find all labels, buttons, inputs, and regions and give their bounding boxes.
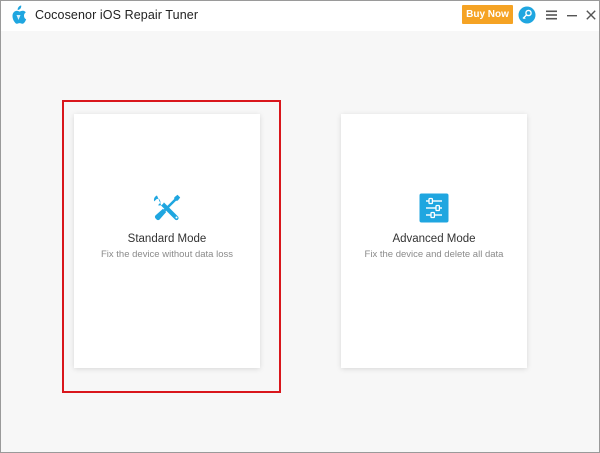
highlight-box — [62, 100, 281, 393]
register-key-icon[interactable] — [517, 5, 537, 25]
app-title: Cocosenor iOS Repair Tuner — [35, 8, 199, 22]
app-logo-icon — [12, 5, 27, 24]
menu-icon[interactable] — [542, 5, 562, 25]
app-window: Cocosenor iOS Repair Tuner Buy Now Stand… — [0, 0, 600, 453]
advanced-mode-title: Advanced Mode — [392, 233, 476, 245]
sliders-icon — [419, 193, 449, 223]
buy-now-button[interactable]: Buy Now — [462, 5, 513, 24]
title-bar: Cocosenor iOS Repair Tuner Buy Now — [1, 1, 599, 31]
advanced-mode-card[interactable]: Advanced Mode Fix the device and delete … — [341, 114, 527, 368]
minimize-icon[interactable] — [562, 5, 582, 25]
close-icon[interactable] — [581, 5, 599, 25]
advanced-mode-description: Fix the device and delete all data — [364, 249, 504, 260]
